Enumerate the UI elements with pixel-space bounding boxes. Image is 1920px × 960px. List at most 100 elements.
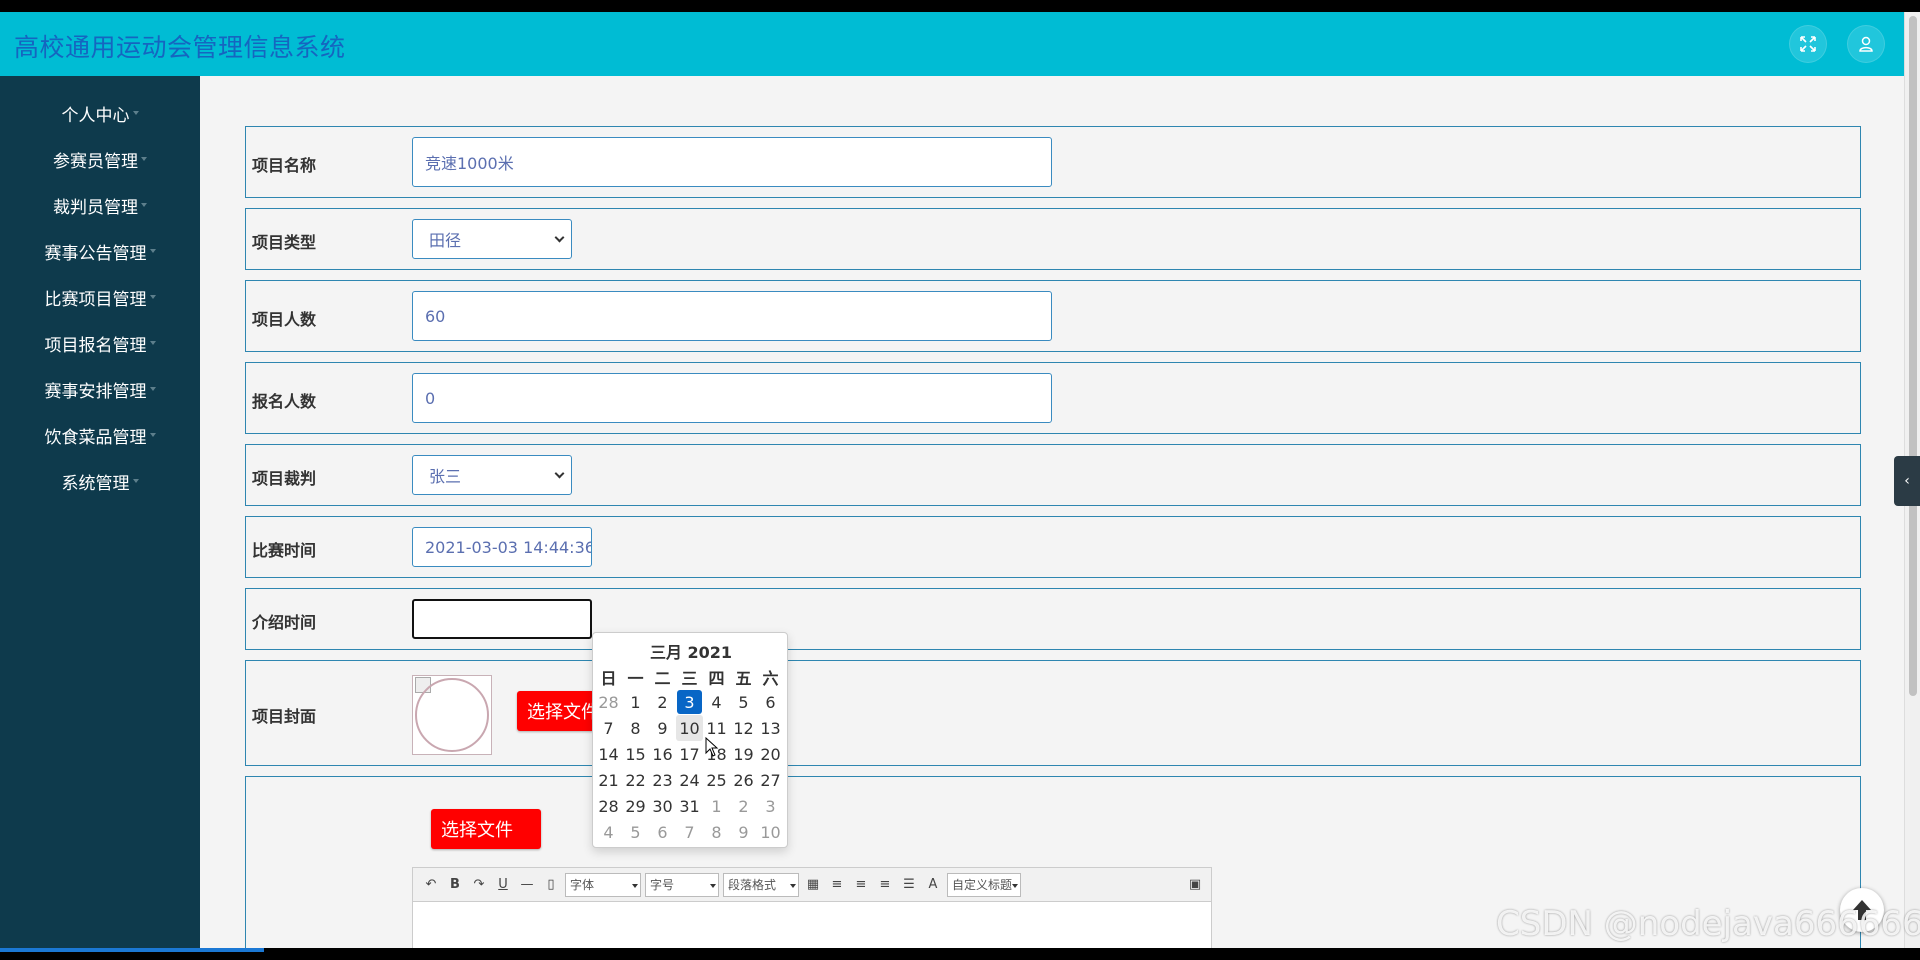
datepicker-day[interactable]: 7	[676, 819, 703, 845]
weekday-header: 四	[708, 669, 725, 688]
datepicker-day[interactable]: 24	[676, 767, 703, 793]
align-right-icon[interactable]: ≡	[849, 875, 873, 895]
sidebar-item-referees[interactable]: 裁判员管理	[0, 188, 200, 222]
sidebar-item-label: 饮食菜品管理	[44, 427, 147, 448]
datepicker-day[interactable]: 5	[730, 689, 757, 715]
align-justify-icon[interactable]: ☰	[897, 875, 921, 895]
datepicker-day[interactable]: 25	[703, 767, 730, 793]
bold-button[interactable]: B	[443, 875, 467, 895]
datepicker-day[interactable]: 9	[730, 819, 757, 845]
sidebar-item-events[interactable]: 比赛项目管理	[0, 280, 200, 314]
datepicker-day[interactable]: 5	[622, 819, 649, 845]
datepicker-day[interactable]: 8	[703, 819, 730, 845]
label-project-count: 项目人数	[252, 310, 317, 329]
sidebar-item-system[interactable]: 系统管理	[0, 464, 200, 498]
signup-count-input[interactable]: 0	[412, 373, 1052, 423]
sidebar-item-dishes[interactable]: 饮食菜品管理	[0, 418, 200, 452]
undo-icon[interactable]: ↶	[419, 875, 443, 895]
project-type-select[interactable]: 田径	[412, 219, 572, 259]
datepicker-day[interactable]: 2	[730, 793, 757, 819]
caret-down-icon	[149, 433, 156, 437]
detail-choose-file-button[interactable]: 选择文件	[431, 809, 541, 849]
underline-button[interactable]: U	[491, 875, 515, 895]
datepicker-day[interactable]: 28	[595, 689, 622, 715]
paragraph-select[interactable]: 段落格式	[723, 872, 799, 897]
chevron-down-icon	[632, 883, 638, 888]
datepicker-day[interactable]: 10	[676, 715, 703, 741]
datepicker-day[interactable]: 21	[595, 767, 622, 793]
datepicker-day[interactable]: 16	[649, 741, 676, 767]
datepicker-day[interactable]: 28	[595, 793, 622, 819]
datepicker-day[interactable]: 12	[730, 715, 757, 741]
select-value: 田径	[429, 231, 462, 250]
preview-icon[interactable]: ▣	[1183, 875, 1207, 895]
align-left-icon[interactable]: ≡	[825, 875, 849, 895]
datepicker-weekdays: 日一二三四五六	[595, 665, 787, 689]
datepicker-day[interactable]: 4	[595, 819, 622, 845]
match-time-input[interactable]: 2021-03-03 14:44:36	[412, 527, 592, 567]
datepicker-day[interactable]: 2	[649, 689, 676, 715]
custom-title-select[interactable]: 自定义标题	[947, 872, 1021, 897]
datepicker-day[interactable]: 17	[676, 741, 703, 767]
sidebar-item-schedule[interactable]: 赛事安排管理	[0, 372, 200, 406]
datepicker-day[interactable]: 1	[622, 689, 649, 715]
weekday-header: 日	[600, 669, 617, 688]
datepicker-day[interactable]: 6	[649, 819, 676, 845]
table-icon[interactable]: ▦	[801, 875, 825, 895]
datepicker-month-title[interactable]: 三月 2021	[593, 639, 789, 663]
top-header: 高校通用运动会管理信息系统	[0, 12, 1904, 76]
datepicker-day[interactable]: 22	[622, 767, 649, 793]
sidebar-item-label: 裁判员管理	[53, 197, 138, 218]
font-family-select[interactable]: 字体	[565, 872, 641, 897]
project-count-input[interactable]: 60	[412, 291, 1052, 341]
scrollbar-thumb[interactable]	[1909, 16, 1917, 696]
datepicker-day[interactable]: 30	[649, 793, 676, 819]
cover-choose-file-button[interactable]: 选择文件	[517, 691, 597, 731]
project-name-input[interactable]: 竞速1000米	[412, 137, 1052, 187]
fullscreen-button[interactable]	[1790, 26, 1826, 62]
caret-down-icon	[149, 295, 156, 299]
datepicker-day[interactable]: 4	[703, 689, 730, 715]
datepicker-day[interactable]: 9	[649, 715, 676, 741]
horizontal-rule-icon[interactable]: —	[515, 875, 539, 895]
collapse-panel-button[interactable]: ‹	[1894, 456, 1920, 506]
datepicker-day[interactable]: 7	[595, 715, 622, 741]
project-referee-select[interactable]: 张三	[412, 455, 572, 495]
redo-icon[interactable]: ↷	[467, 875, 491, 895]
datepicker-day[interactable]: 13	[757, 715, 784, 741]
datepicker-day[interactable]: 14	[595, 741, 622, 767]
sidebar-item-profile[interactable]: 个人中心	[0, 96, 200, 130]
font-color-button[interactable]: A	[921, 875, 945, 895]
cover-image	[412, 675, 492, 755]
datepicker-day[interactable]: 1	[703, 793, 730, 819]
chevron-down-icon	[710, 883, 716, 888]
datepicker-day[interactable]: 3	[757, 793, 784, 819]
weekday-header: 二	[654, 669, 671, 688]
datepicker-day[interactable]: 15	[622, 741, 649, 767]
sidebar-item-announcements[interactable]: 赛事公告管理	[0, 234, 200, 268]
horizontal-scrollbar[interactable]	[0, 948, 1920, 960]
rich-text-editor[interactable]: ↶ B ↷ U — ▯ 字体 字号 段落格式 ▦ ≡ ≡ ≡ ☰ A 自定义标题…	[412, 867, 1212, 948]
datepicker-day[interactable]: 26	[730, 767, 757, 793]
intro-time-input[interactable]	[412, 599, 592, 639]
datepicker-day[interactable]: 10	[757, 819, 784, 845]
caret-down-icon	[141, 157, 147, 161]
page-icon[interactable]: ▯	[539, 875, 563, 895]
datepicker-day[interactable]: 3	[677, 690, 702, 714]
datepicker-day[interactable]: 31	[676, 793, 703, 819]
datepicker-day[interactable]: 23	[649, 767, 676, 793]
user-button[interactable]	[1848, 26, 1884, 62]
scroll-progress	[0, 948, 264, 952]
sidebar-item-registrations[interactable]: 项目报名管理	[0, 326, 200, 360]
datepicker-day[interactable]: 29	[622, 793, 649, 819]
datepicker-day[interactable]: 27	[757, 767, 784, 793]
datepicker-day[interactable]: 6	[757, 689, 784, 715]
datepicker-day[interactable]: 20	[757, 741, 784, 767]
font-size-label: 字号	[650, 878, 675, 892]
datepicker-day[interactable]: 19	[730, 741, 757, 767]
datepicker-day[interactable]: 8	[622, 715, 649, 741]
sidebar-item-athletes[interactable]: 参赛员管理	[0, 142, 200, 176]
font-size-select[interactable]: 字号	[645, 872, 719, 897]
align-center-icon[interactable]: ≡	[873, 875, 897, 895]
app-title: 高校通用运动会管理信息系统	[14, 33, 346, 62]
